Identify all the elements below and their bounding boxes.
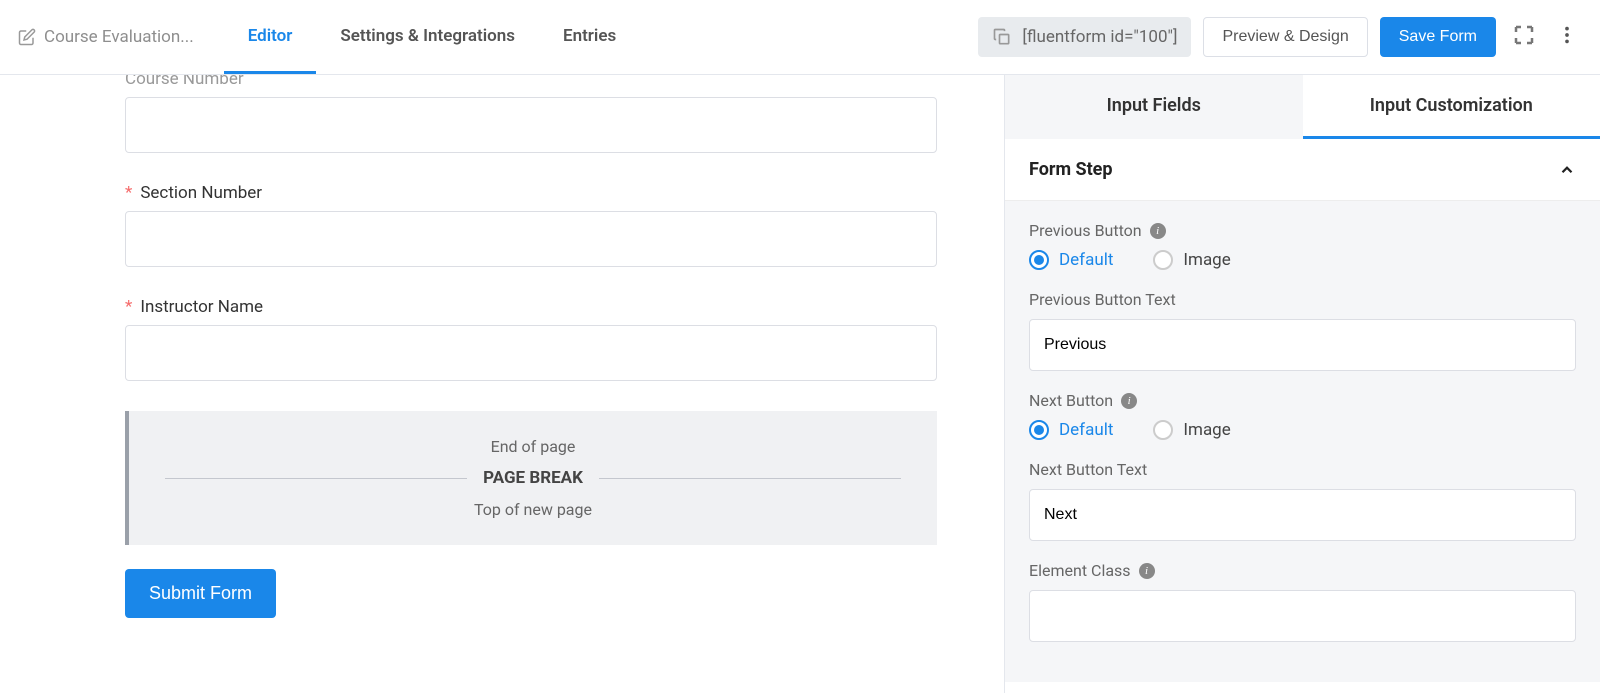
input-instructor-name[interactable] [125, 325, 937, 381]
copy-icon [992, 27, 1012, 47]
tab-entries[interactable]: Entries [539, 0, 640, 74]
label-section-number: * Section Number [125, 183, 937, 203]
option-next-button: Next Button i Default Image [1029, 391, 1576, 440]
radio-label-image: Image [1183, 250, 1230, 270]
radio-next-default[interactable]: Default [1029, 420, 1113, 440]
radio-label-default: Default [1059, 420, 1113, 440]
sidebar-tab-input-fields[interactable]: Input Fields [1005, 75, 1303, 139]
radio-unchecked-icon [1153, 250, 1173, 270]
save-form-button[interactable]: Save Form [1380, 17, 1496, 57]
required-star: * [125, 183, 132, 203]
more-menu-icon[interactable] [1552, 20, 1582, 54]
preview-button[interactable]: Preview & Design [1203, 17, 1367, 57]
fullscreen-icon[interactable] [1508, 19, 1540, 55]
option-previous-button: Previous Button i Default Image [1029, 221, 1576, 270]
page-break-divider: PAGE BREAK [149, 468, 917, 488]
submit-form-button[interactable]: Submit Form [125, 569, 276, 618]
radio-row-next: Default Image [1029, 420, 1576, 440]
panel-header-form-step[interactable]: Form Step [1005, 139, 1600, 201]
label-next-button: Next Button i [1029, 391, 1576, 410]
tab-editor[interactable]: Editor [224, 0, 317, 74]
label-previous-button: Previous Button i [1029, 221, 1576, 240]
input-course-number[interactable] [125, 97, 937, 153]
label-previous-button-text: Previous Button [1029, 221, 1142, 240]
header-left: Course Evaluation... Editor Settings & I… [18, 0, 640, 74]
chevron-up-icon [1558, 161, 1576, 179]
label-section-number-text: Section Number [140, 183, 262, 203]
field-course-number[interactable]: Course Number [125, 75, 937, 153]
radio-unchecked-icon [1153, 420, 1173, 440]
tab-settings[interactable]: Settings & Integrations [316, 0, 539, 74]
top-header: Course Evaluation... Editor Settings & I… [0, 0, 1600, 75]
label-course-number-text: Course Number [125, 75, 244, 89]
shortcode-display[interactable]: [fluentform id="100"] [978, 17, 1191, 57]
page-break-element[interactable]: End of page PAGE BREAK Top of new page [125, 411, 937, 545]
option-previous-button-text: Previous Button Text [1029, 290, 1576, 371]
label-previous-button-text: Previous Button Text [1029, 290, 1576, 309]
form-title-text: Course Evaluation... [44, 27, 194, 47]
option-element-class: Element Class i [1029, 561, 1576, 642]
required-star: * [125, 297, 132, 317]
radio-previous-image[interactable]: Image [1153, 250, 1230, 270]
info-icon[interactable]: i [1121, 393, 1137, 409]
radio-label-default: Default [1059, 250, 1113, 270]
field-instructor-name[interactable]: * Instructor Name [125, 297, 937, 381]
field-section-number[interactable]: * Section Number [125, 183, 937, 267]
label-instructor-name: * Instructor Name [125, 297, 937, 317]
radio-checked-icon [1029, 250, 1049, 270]
sidebar-tabs: Input Fields Input Customization [1005, 75, 1600, 139]
page-break-end-text: End of page [149, 437, 917, 456]
header-right: [fluentform id="100"] Preview & Design S… [978, 17, 1582, 57]
shortcode-text: [fluentform id="100"] [1022, 27, 1177, 47]
option-next-button-text: Next Button Text [1029, 460, 1576, 541]
label-course-number: Course Number [125, 75, 937, 89]
sidebar-content: Form Step Previous Button i Default [1005, 139, 1600, 693]
main-area: Course Number * Section Number * Instruc… [0, 75, 1600, 693]
editor-inner: Course Number * Section Number * Instruc… [67, 75, 937, 618]
input-section-number[interactable] [125, 211, 937, 267]
label-element-class-text: Element Class [1029, 561, 1131, 580]
info-icon[interactable]: i [1150, 223, 1166, 239]
input-element-class[interactable] [1029, 590, 1576, 642]
sidebar-tab-input-customization[interactable]: Input Customization [1303, 75, 1600, 139]
page-break-top-text: Top of new page [149, 500, 917, 519]
radio-label-image: Image [1183, 420, 1230, 440]
page-break-label: PAGE BREAK [483, 468, 583, 488]
form-title-breadcrumb[interactable]: Course Evaluation... [18, 27, 194, 47]
panel-title: Form Step [1029, 159, 1113, 180]
right-sidebar: Input Fields Input Customization Form St… [1004, 75, 1600, 693]
edit-icon [18, 28, 36, 46]
radio-row-previous: Default Image [1029, 250, 1576, 270]
info-icon[interactable]: i [1139, 563, 1155, 579]
label-instructor-name-text: Instructor Name [140, 297, 263, 317]
input-next-button-text[interactable] [1029, 489, 1576, 541]
nav-tabs: Editor Settings & Integrations Entries [224, 0, 641, 74]
panel-body-form-step: Previous Button i Default Image [1005, 201, 1600, 682]
radio-next-image[interactable]: Image [1153, 420, 1230, 440]
label-element-class: Element Class i [1029, 561, 1576, 580]
input-previous-button-text[interactable] [1029, 319, 1576, 371]
radio-checked-icon [1029, 420, 1049, 440]
label-next-button-text: Next Button Text [1029, 460, 1576, 479]
radio-previous-default[interactable]: Default [1029, 250, 1113, 270]
editor-canvas: Course Number * Section Number * Instruc… [0, 75, 1004, 693]
label-next-button-text: Next Button [1029, 391, 1113, 410]
